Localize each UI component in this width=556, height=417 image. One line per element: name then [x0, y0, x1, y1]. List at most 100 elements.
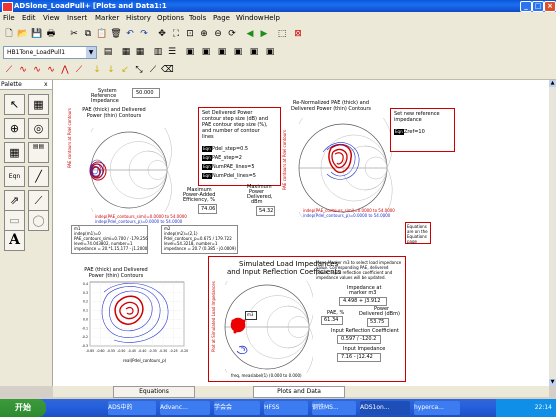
task-advanced[interactable]: Advanc... [160, 401, 210, 415]
ellipse-tool-icon[interactable]: ◯ [28, 210, 49, 231]
task-hfss[interactable]: HFSS [264, 401, 308, 415]
paste-icon[interactable]: 📋 [96, 28, 108, 40]
marker-move-icon[interactable]: ⤡ [133, 64, 145, 76]
marker-new-icon[interactable]: ⟋ [3, 64, 15, 76]
delete-icon[interactable]: 🗑 [110, 28, 122, 40]
layout-f-icon[interactable]: ▣ [264, 46, 276, 58]
forward-icon[interactable]: ▶ [258, 28, 270, 40]
menu-edit[interactable]: Edit [22, 13, 36, 23]
list-icon[interactable]: ☰ [166, 46, 178, 58]
back-icon[interactable]: ◀ [244, 28, 256, 40]
layout-b-icon[interactable]: ▣ [200, 46, 212, 58]
layout-c-icon[interactable]: ▣ [216, 46, 228, 58]
stop-icon[interactable]: ⬚ [276, 28, 288, 40]
scroll-down-icon[interactable]: ▼ [549, 379, 556, 386]
task-3[interactable]: 学会会 [214, 401, 260, 415]
menu-view[interactable]: View [43, 13, 60, 23]
task-hypercap[interactable]: hyperca... [414, 401, 460, 415]
data-icon[interactable]: ▦ [120, 46, 132, 58]
eqn-num-pdel-lines[interactable]: NumPdel_lines=5 [212, 173, 256, 179]
menu-file[interactable]: File [3, 13, 15, 23]
menu-history[interactable]: History [126, 13, 151, 23]
open-icon[interactable]: 📂 [17, 28, 29, 40]
marker-right-icon[interactable]: ↓ [105, 64, 117, 76]
stack-plot-icon[interactable]: ▤▤ [28, 142, 49, 163]
dataset-select[interactable]: HB1Tone_LoadPull1 ▼ [3, 46, 97, 59]
marker-line-icon[interactable]: ⟋ [73, 64, 85, 76]
zoom-out-icon[interactable]: ⊖ [212, 28, 224, 40]
pan-icon[interactable]: ✥ [156, 28, 168, 40]
new-icon[interactable]: 🗋 [3, 28, 15, 40]
marker-min-icon[interactable]: ∿ [45, 64, 57, 76]
marker-m2-readout[interactable]: m2 indep(m2)=(2,1) Pdel_contours_p=0.675… [161, 225, 238, 254]
tab-plots-and-data[interactable]: Plots and Data [253, 386, 345, 398]
palette-close-icon[interactable]: x [44, 80, 48, 89]
smith-chart-renormalized[interactable] [293, 118, 393, 218]
menu-help[interactable]: Help [264, 13, 280, 23]
eqn-pdel-step[interactable]: Pdel_step=0.5 [212, 146, 248, 152]
vertical-scrollbar[interactable]: ▲ ▼ [549, 80, 556, 386]
m3-marker-tag[interactable]: m3 [245, 311, 257, 320]
close-doc-icon[interactable]: ⊠ [292, 28, 304, 40]
polar-plot-icon[interactable]: ⊕ [4, 118, 25, 139]
undo-icon[interactable]: ↶ [124, 28, 136, 40]
eqn-zref[interactable]: Zref=10 [404, 129, 425, 135]
plot-canvas[interactable]: System Reference Impedance 50.000 PAE (t… [53, 80, 549, 386]
marker-delta-icon[interactable]: ∿ [31, 64, 43, 76]
dataset-browse-icon[interactable]: ▤ [102, 46, 114, 58]
maximize-button[interactable]: □ [532, 1, 544, 12]
save-icon[interactable]: 💾 [31, 28, 43, 40]
marker-left-icon[interactable]: ↓ [91, 64, 103, 76]
close-button[interactable]: × [544, 1, 556, 12]
equation-icon[interactable]: Eqn [4, 166, 25, 187]
refresh-icon[interactable]: ⟳ [226, 28, 238, 40]
smith-chart-simulated-load[interactable] [221, 281, 313, 373]
cut-icon[interactable]: ✂ [68, 28, 80, 40]
copy-icon[interactable]: ⧉ [82, 28, 94, 40]
scroll-up-icon[interactable]: ▲ [549, 80, 556, 87]
smith-chart-pae-contours[interactable] [81, 128, 177, 212]
rect-contour-plot[interactable]: -0.65 -0.60 -0.55 -0.50 -0.45 -0.40 -0.35 -0.30… [78, 280, 188, 356]
page-tabs: Equations Plots and Data [53, 386, 549, 398]
marker-search-icon[interactable]: ↙ [119, 64, 131, 76]
start-button[interactable]: 开始 [0, 399, 46, 417]
minimize-button[interactable]: _ [520, 1, 532, 12]
print-icon[interactable]: 🖶 [45, 28, 57, 40]
marker-peak-icon[interactable]: ∿ [17, 64, 29, 76]
tab-equations[interactable]: Equations [113, 386, 195, 398]
marker-m1-readout[interactable]: m1 indep(m1)=0 PAE_contours_simi=0.700 /… [71, 225, 148, 254]
zoom-area-icon[interactable]: ⊡ [184, 28, 196, 40]
grid-icon[interactable]: ▦ [134, 46, 146, 58]
select-tool-icon[interactable]: ↖ [4, 94, 25, 115]
table-icon[interactable]: ▥ [152, 46, 164, 58]
smith-chart-icon[interactable]: ◎ [28, 118, 49, 139]
rectangle-tool-icon[interactable]: ▭ [4, 210, 25, 231]
menu-marker[interactable]: Marker [95, 13, 119, 23]
marker-max-icon[interactable]: ⋀ [59, 64, 71, 76]
zoom-fit-icon[interactable]: ⛶ [170, 28, 182, 40]
layout-e-icon[interactable]: ▣ [248, 46, 260, 58]
polyline-tool-icon[interactable]: ⟋ [28, 190, 49, 211]
list-icon[interactable]: ▦ [4, 142, 25, 163]
eqn-pae-step[interactable]: PAE_step=2 [212, 155, 242, 161]
chevron-down-icon[interactable]: ▼ [86, 47, 96, 58]
layout-d-icon[interactable]: ▣ [232, 46, 244, 58]
marker-delete-icon[interactable]: ⌫ [161, 64, 174, 76]
task-5[interactable]: 钢铁MS... [312, 401, 356, 415]
menu-options[interactable]: Options [157, 13, 184, 23]
menu-page[interactable]: Page [213, 13, 230, 23]
eqn-num-pae-lines[interactable]: NumPAE_lines=5 [212, 164, 255, 170]
redo-icon[interactable]: ↷ [138, 28, 150, 40]
arrow-tool-icon[interactable]: ⇗ [4, 190, 25, 211]
menu-window[interactable]: Window [236, 13, 264, 23]
task-ads-active[interactable]: ADS1on... [360, 401, 410, 415]
rectangular-plot-icon[interactable]: ▦ [28, 94, 49, 115]
task-ads-1[interactable]: ADS中的 [108, 401, 156, 415]
marker-tracking-icon[interactable]: ⟋ [147, 64, 159, 76]
menu-tools[interactable]: Tools [189, 13, 206, 23]
zoom-in-icon[interactable]: ⊕ [198, 28, 210, 40]
text-tool-icon[interactable]: A [4, 230, 25, 251]
layout-a-icon[interactable]: ▣ [184, 46, 196, 58]
line-tool-icon[interactable]: ╱ [28, 166, 49, 187]
menu-insert[interactable]: Insert [67, 13, 87, 23]
